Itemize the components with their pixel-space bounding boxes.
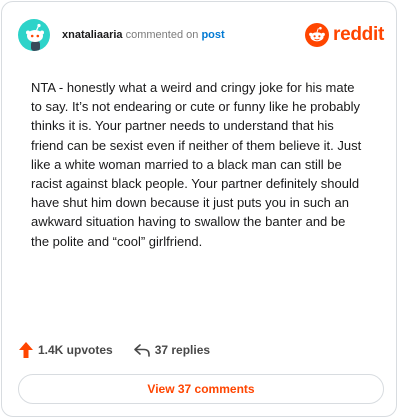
- upvote-arrow-icon: [19, 342, 33, 358]
- reddit-logo[interactable]: reddit: [305, 21, 384, 49]
- user-avatar[interactable]: [18, 19, 50, 51]
- replies-count: 37 replies: [154, 343, 211, 357]
- commented-on-text: commented on: [125, 29, 199, 41]
- replies-button[interactable]: 37 replies: [133, 342, 210, 358]
- comment-card: xnataliaaria commented on post reddit NT…: [1, 1, 397, 417]
- comment-actions: 1.4K upvotes 37 replies: [18, 338, 230, 362]
- comment-meta: xnataliaaria commented on post: [62, 28, 225, 42]
- comment-body: NTA - honestly what a weird and cringy j…: [31, 80, 362, 249]
- reply-arrow-icon: [133, 344, 150, 357]
- snoo-avatar-icon: [26, 23, 44, 51]
- reddit-snoo-icon: [305, 23, 330, 47]
- view-comments-button[interactable]: View 37 comments: [18, 374, 384, 404]
- reddit-wordmark: reddit: [333, 24, 384, 45]
- post-link[interactable]: post: [201, 29, 224, 41]
- upvotes-count: 1.4K upvotes: [38, 343, 113, 357]
- username-link[interactable]: xnataliaaria: [62, 29, 123, 41]
- comment-header: xnataliaaria commented on post reddit: [18, 19, 384, 51]
- upvote-button[interactable]: 1.4K upvotes: [18, 341, 113, 359]
